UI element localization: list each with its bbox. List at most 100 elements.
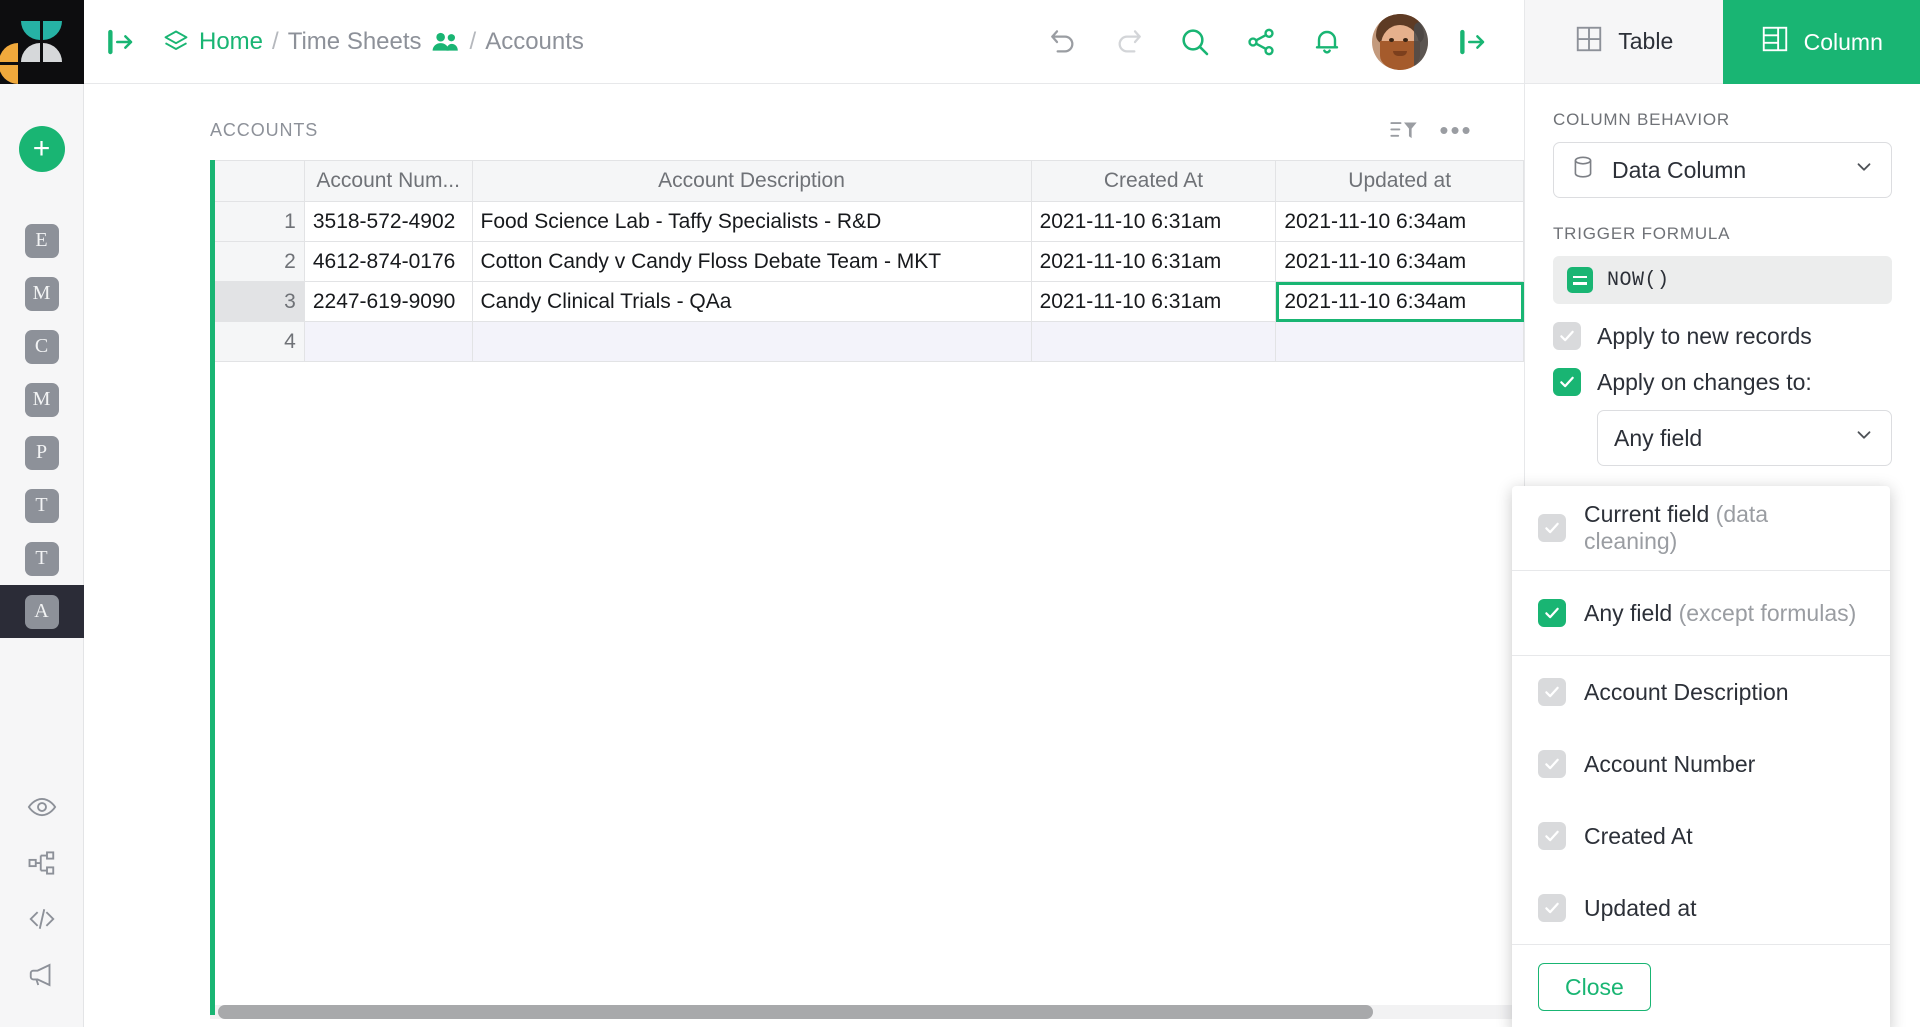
tab-column[interactable]: Column <box>1723 0 1920 84</box>
table-body: 1 3518-572-4902 Food Science Lab - Taffy… <box>211 202 1524 362</box>
cell-account-number[interactable]: 3518-572-4902 <box>304 202 472 242</box>
sidebar-badge: T <box>25 542 59 576</box>
megaphone-icon[interactable] <box>0 947 84 1003</box>
table-row[interactable]: 1 3518-572-4902 Food Science Lab - Taffy… <box>211 202 1524 242</box>
trigger-formula-field[interactable]: NOW() <box>1553 256 1892 304</box>
cell-updated-at[interactable] <box>1276 322 1524 362</box>
column-behavior-select[interactable]: Data Column <box>1553 142 1892 198</box>
cell-account-description[interactable]: Candy Clinical Trials - QAa <box>472 282 1031 322</box>
apply-to-new-records-checkbox[interactable]: Apply to new records <box>1553 322 1892 350</box>
code-icon[interactable] <box>0 891 84 947</box>
cell-updated-at-selected[interactable]: 2021-11-10 6:34am <box>1276 282 1524 322</box>
cell-account-description[interactable] <box>472 322 1031 362</box>
row-number: 3 <box>211 282 305 322</box>
cell-created-at[interactable]: 2021-11-10 6:31am <box>1031 202 1276 242</box>
more-options-icon[interactable]: ••• <box>1430 110 1482 150</box>
table-row[interactable]: 3 2247-619-9090 Candy Clinical Trials - … <box>211 282 1524 322</box>
sidebar-item-m2[interactable]: M <box>0 373 84 426</box>
grid-accent-bar <box>210 160 215 1015</box>
cell-created-at[interactable]: 2021-11-10 6:31am <box>1031 282 1276 322</box>
field-select[interactable]: Any field <box>1597 410 1892 466</box>
cell-account-number[interactable]: 2247-619-9090 <box>304 282 472 322</box>
checkbox-unchecked-icon <box>1538 822 1566 850</box>
sidebar-badge: T <box>25 489 59 523</box>
app-root: + E M C M P T T A <box>0 0 1920 1027</box>
sidebar-item-t2[interactable]: T <box>0 532 84 585</box>
column-header-rownum[interactable] <box>211 161 305 202</box>
dropdown-option-label: Updated at <box>1584 895 1697 922</box>
redo-icon[interactable] <box>1096 9 1162 75</box>
dropdown-option-account-description[interactable]: Account Description <box>1512 656 1890 728</box>
logout-icon[interactable] <box>1440 9 1506 75</box>
apply-on-changes-checkbox[interactable]: Apply on changes to: <box>1553 368 1892 396</box>
add-button[interactable]: + <box>19 126 65 172</box>
dropdown-option-label: Account Description <box>1584 679 1789 706</box>
sidebar-item-e[interactable]: E <box>0 214 84 267</box>
table-grid-icon <box>1574 24 1604 60</box>
cell-created-at[interactable]: 2021-11-10 6:31am <box>1031 242 1276 282</box>
table-row-new[interactable]: 4 <box>211 322 1524 362</box>
product-logo[interactable] <box>0 0 84 84</box>
sidebar-item-c[interactable]: C <box>0 320 84 373</box>
column-header-created-at[interactable]: Created At <box>1031 161 1276 202</box>
bell-icon[interactable] <box>1294 9 1360 75</box>
dropdown-option-current-field[interactable]: Current field (data cleaning) <box>1512 486 1890 570</box>
sidebar-item-a-active[interactable]: A <box>0 585 84 638</box>
top-bar: Home / Time Sheets / Accounts <box>84 0 1524 84</box>
dropdown-footer: Close <box>1512 944 1890 1027</box>
breadcrumb-accounts[interactable]: Accounts <box>485 28 584 56</box>
breadcrumb-separator: / <box>272 28 279 56</box>
cell-account-description[interactable]: Cotton Candy v Candy Floss Debate Team -… <box>472 242 1031 282</box>
tab-table[interactable]: Table <box>1525 0 1723 84</box>
search-icon[interactable] <box>1162 9 1228 75</box>
breadcrumb-home[interactable]: Home <box>199 28 263 56</box>
apply-on-changes-label: Apply on changes to: <box>1597 369 1812 396</box>
cell-updated-at[interactable]: 2021-11-10 6:34am <box>1276 242 1524 282</box>
sidebar-item-p[interactable]: P <box>0 426 84 479</box>
trigger-formula-label: TRIGGER FORMULA <box>1553 224 1892 244</box>
cell-account-number[interactable] <box>304 322 472 362</box>
checkbox-unchecked-icon <box>1538 894 1566 922</box>
tab-column-label: Column <box>1804 29 1883 56</box>
column-header-updated-at[interactable]: Updated at <box>1276 161 1524 202</box>
share-icon[interactable] <box>1228 9 1294 75</box>
avatar[interactable] <box>1372 14 1428 70</box>
cell-account-description[interactable]: Food Science Lab - Taffy Specialists - R… <box>472 202 1031 242</box>
grid-region: ACCOUNTS ••• <box>84 84 1524 1027</box>
top-bar-actions <box>1030 9 1524 75</box>
sidebar-badge: P <box>25 436 59 470</box>
dropdown-option-account-number[interactable]: Account Number <box>1512 728 1890 800</box>
table-header-row: Account Num... Account Description Creat… <box>211 161 1524 202</box>
hierarchy-icon[interactable] <box>0 835 84 891</box>
horizontal-scrollbar-thumb[interactable] <box>218 1005 1373 1019</box>
people-icon <box>431 28 461 56</box>
breadcrumb-time-sheets[interactable]: Time Sheets <box>288 28 422 56</box>
eye-icon[interactable] <box>0 779 84 835</box>
dropdown-option-note: (except formulas) <box>1672 600 1856 626</box>
close-button[interactable]: Close <box>1538 963 1651 1011</box>
sidebar-item-m1[interactable]: M <box>0 267 84 320</box>
table-row[interactable]: 2 4612-874-0176 Cotton Candy v Candy Flo… <box>211 242 1524 282</box>
cell-updated-at[interactable]: 2021-11-10 6:34am <box>1276 202 1524 242</box>
dropdown-option-updated-at[interactable]: Updated at <box>1512 872 1890 944</box>
sort-filter-icon[interactable] <box>1378 110 1430 150</box>
dropdown-option-any-field[interactable]: Any field (except formulas) <box>1512 571 1890 655</box>
dropdown-option-label: Current field <box>1584 501 1709 527</box>
layers-icon <box>162 28 190 56</box>
exit-icon[interactable] <box>106 27 136 57</box>
undo-icon[interactable] <box>1030 9 1096 75</box>
sidebar-bottom-tools <box>0 779 84 1027</box>
cell-account-number[interactable]: 4612-874-0176 <box>304 242 472 282</box>
right-panel-tabs: Table Column <box>1525 0 1920 84</box>
sidebar-item-t1[interactable]: T <box>0 479 84 532</box>
dropdown-option-label: Account Number <box>1584 751 1755 778</box>
tab-table-label: Table <box>1618 28 1673 55</box>
column-header-account-description[interactable]: Account Description <box>472 161 1031 202</box>
formula-icon <box>1567 267 1593 293</box>
grid-empty-space[interactable] <box>210 362 1524 1017</box>
sidebar-item-list: E M C M P T T A <box>0 214 83 638</box>
checkbox-unchecked-icon <box>1538 750 1566 778</box>
column-header-account-number[interactable]: Account Num... <box>304 161 472 202</box>
dropdown-option-created-at[interactable]: Created At <box>1512 800 1890 872</box>
cell-created-at[interactable] <box>1031 322 1276 362</box>
